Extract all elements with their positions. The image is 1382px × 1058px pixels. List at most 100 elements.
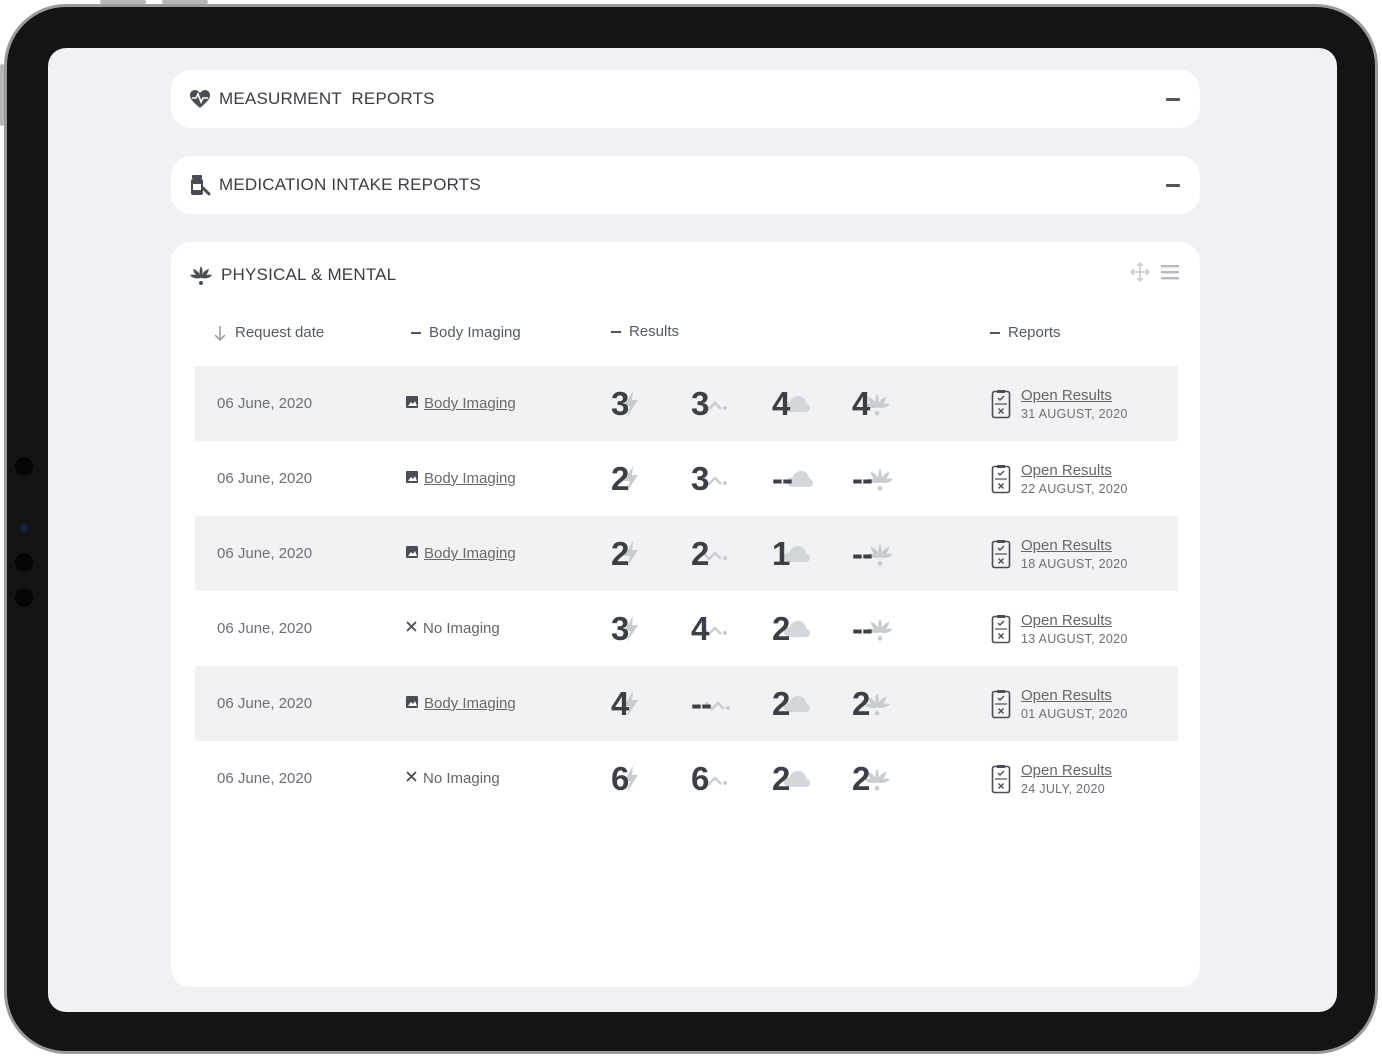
body-imaging-link[interactable]: Body Imaging (424, 395, 516, 412)
result-mind-value: -- (852, 534, 873, 572)
open-results-link[interactable]: Open Results (1021, 762, 1112, 779)
move-icon[interactable] (1130, 262, 1150, 282)
open-results-link[interactable]: Open Results (1021, 612, 1128, 629)
clipboard-icon (991, 389, 1011, 418)
open-results-link[interactable]: Open Results (1021, 462, 1128, 479)
result-trend-value: 3 (691, 384, 709, 422)
imaging-cell: Body Imaging (405, 441, 516, 516)
toggle-results[interactable]: Results (611, 323, 679, 340)
result-mind: 2 (852, 741, 891, 816)
table-row: 06 June, 2020 Body Imaging 2 3 -- -- Ope… (195, 441, 1178, 516)
image-icon (405, 470, 419, 488)
result-trend-value: 3 (691, 459, 709, 497)
body-imaging-link[interactable]: Body Imaging (424, 470, 516, 487)
open-results-link[interactable]: Open Results (1021, 387, 1128, 404)
report-date: 31 AUGUST, 2020 (1021, 406, 1128, 421)
physical-mental-card: PHYSICAL & MENTAL Request date Body Imag… (171, 242, 1200, 987)
clipboard-icon (991, 764, 1011, 793)
close-icon (405, 620, 418, 637)
result-mind: -- (852, 591, 894, 666)
result-energy-value: 3 (611, 609, 629, 647)
result-trend: 3 (691, 366, 728, 441)
arrow-down-icon (214, 325, 226, 341)
pill-bottle-icon (191, 175, 211, 196)
result-trend-value: 2 (691, 534, 709, 572)
report-date: 24 JULY, 2020 (1021, 781, 1106, 796)
result-cloud-value: 2 (772, 759, 790, 797)
result-cloud: 1 (772, 516, 811, 591)
image-icon (405, 395, 419, 413)
toggle-body-imaging[interactable]: Body Imaging (411, 324, 521, 341)
results-table: 06 June, 2020 Body Imaging 3 3 4 4 Open … (195, 366, 1178, 816)
medication-intake-title: MEDICATION INTAKE REPORTS (219, 175, 481, 194)
result-energy: 2 (611, 441, 640, 516)
report-cell: Open Results 31 AUGUST, 2020 (991, 366, 1128, 441)
result-trend: 3 (691, 441, 728, 516)
result-mind: 2 (852, 666, 891, 741)
report-cell: Open Results 22 AUGUST, 2020 (991, 441, 1128, 516)
medication-intake-header[interactable]: MEDICATION INTAKE REPORTS (189, 156, 481, 214)
collapse-measurement-button[interactable] (1166, 92, 1180, 106)
result-mind-value: 2 (852, 684, 870, 722)
result-cloud-value: 2 (772, 609, 790, 647)
sensor-dot (15, 553, 33, 571)
report-cell: Open Results 24 JULY, 2020 (991, 741, 1112, 816)
request-date: 06 June, 2020 (217, 395, 313, 412)
imaging-cell: No Imaging (405, 591, 500, 666)
result-cloud-value: 1 (772, 534, 790, 572)
result-trend-value: 4 (691, 609, 709, 647)
imaging-cell: Body Imaging (405, 516, 516, 591)
measurement-reports-header[interactable]: MEASURMENT REPORTS (189, 70, 435, 128)
body-imaging-link[interactable]: Body Imaging (424, 695, 516, 712)
close-icon (405, 770, 418, 787)
result-energy-value: 2 (611, 534, 629, 572)
open-results-link[interactable]: Open Results (1021, 687, 1128, 704)
result-mind-value: 2 (852, 759, 870, 797)
result-cloud: 4 (772, 366, 811, 441)
clipboard-icon (991, 464, 1011, 493)
result-energy: 4 (611, 666, 640, 741)
request-date: 06 June, 2020 (217, 770, 313, 787)
request-date: 06 June, 2020 (217, 470, 313, 487)
result-cloud: 2 (772, 741, 811, 816)
result-energy-value: 6 (611, 759, 629, 797)
power-button (162, 0, 208, 4)
clipboard-icon (991, 614, 1011, 643)
minus-icon (411, 331, 421, 334)
result-cloud: 2 (772, 666, 811, 741)
request-date: 06 June, 2020 (217, 545, 313, 562)
result-trend: 2 (691, 516, 728, 591)
table-row: 06 June, 2020 No Imaging 6 6 2 2 Open Re… (195, 741, 1178, 816)
measurement-reports-title: MEASURMENT REPORTS (219, 89, 435, 108)
no-imaging-label: No Imaging (423, 620, 500, 637)
report-date: 01 AUGUST, 2020 (1021, 706, 1128, 721)
imaging-cell: Body Imaging (405, 366, 516, 441)
result-cloud-value: -- (772, 459, 793, 497)
camera-dot (20, 524, 28, 532)
sort-request-date[interactable]: Request date (213, 324, 324, 341)
image-icon (405, 695, 419, 713)
open-results-link[interactable]: Open Results (1021, 537, 1128, 554)
body-imaging-link[interactable]: Body Imaging (424, 545, 516, 562)
report-cell: Open Results 18 AUGUST, 2020 (991, 516, 1128, 591)
result-energy: 2 (611, 516, 640, 591)
clipboard-icon (991, 689, 1011, 718)
minus-icon (611, 330, 621, 333)
header-request-date: Request date (235, 324, 325, 341)
collapse-medication-button[interactable] (1166, 178, 1180, 192)
measurement-reports-card: MEASURMENT REPORTS (171, 70, 1200, 128)
result-cloud: -- (772, 441, 814, 516)
imaging-cell: Body Imaging (405, 666, 516, 741)
card-tools (1130, 262, 1180, 282)
sensor-dot (15, 457, 33, 475)
minus-icon (990, 331, 1000, 334)
table-row: 06 June, 2020 Body Imaging 4 -- 2 2 Open… (195, 666, 1178, 741)
no-imaging-label: No Imaging (423, 770, 500, 787)
header-results: Results (629, 323, 680, 340)
table-row: 06 June, 2020 No Imaging 3 4 2 -- Open R… (195, 591, 1178, 666)
toggle-reports[interactable]: Reports (990, 324, 1061, 341)
clipboard-icon (991, 539, 1011, 568)
result-mind: -- (852, 441, 894, 516)
menu-icon[interactable] (1160, 263, 1180, 281)
result-mind-value: 4 (852, 384, 870, 422)
